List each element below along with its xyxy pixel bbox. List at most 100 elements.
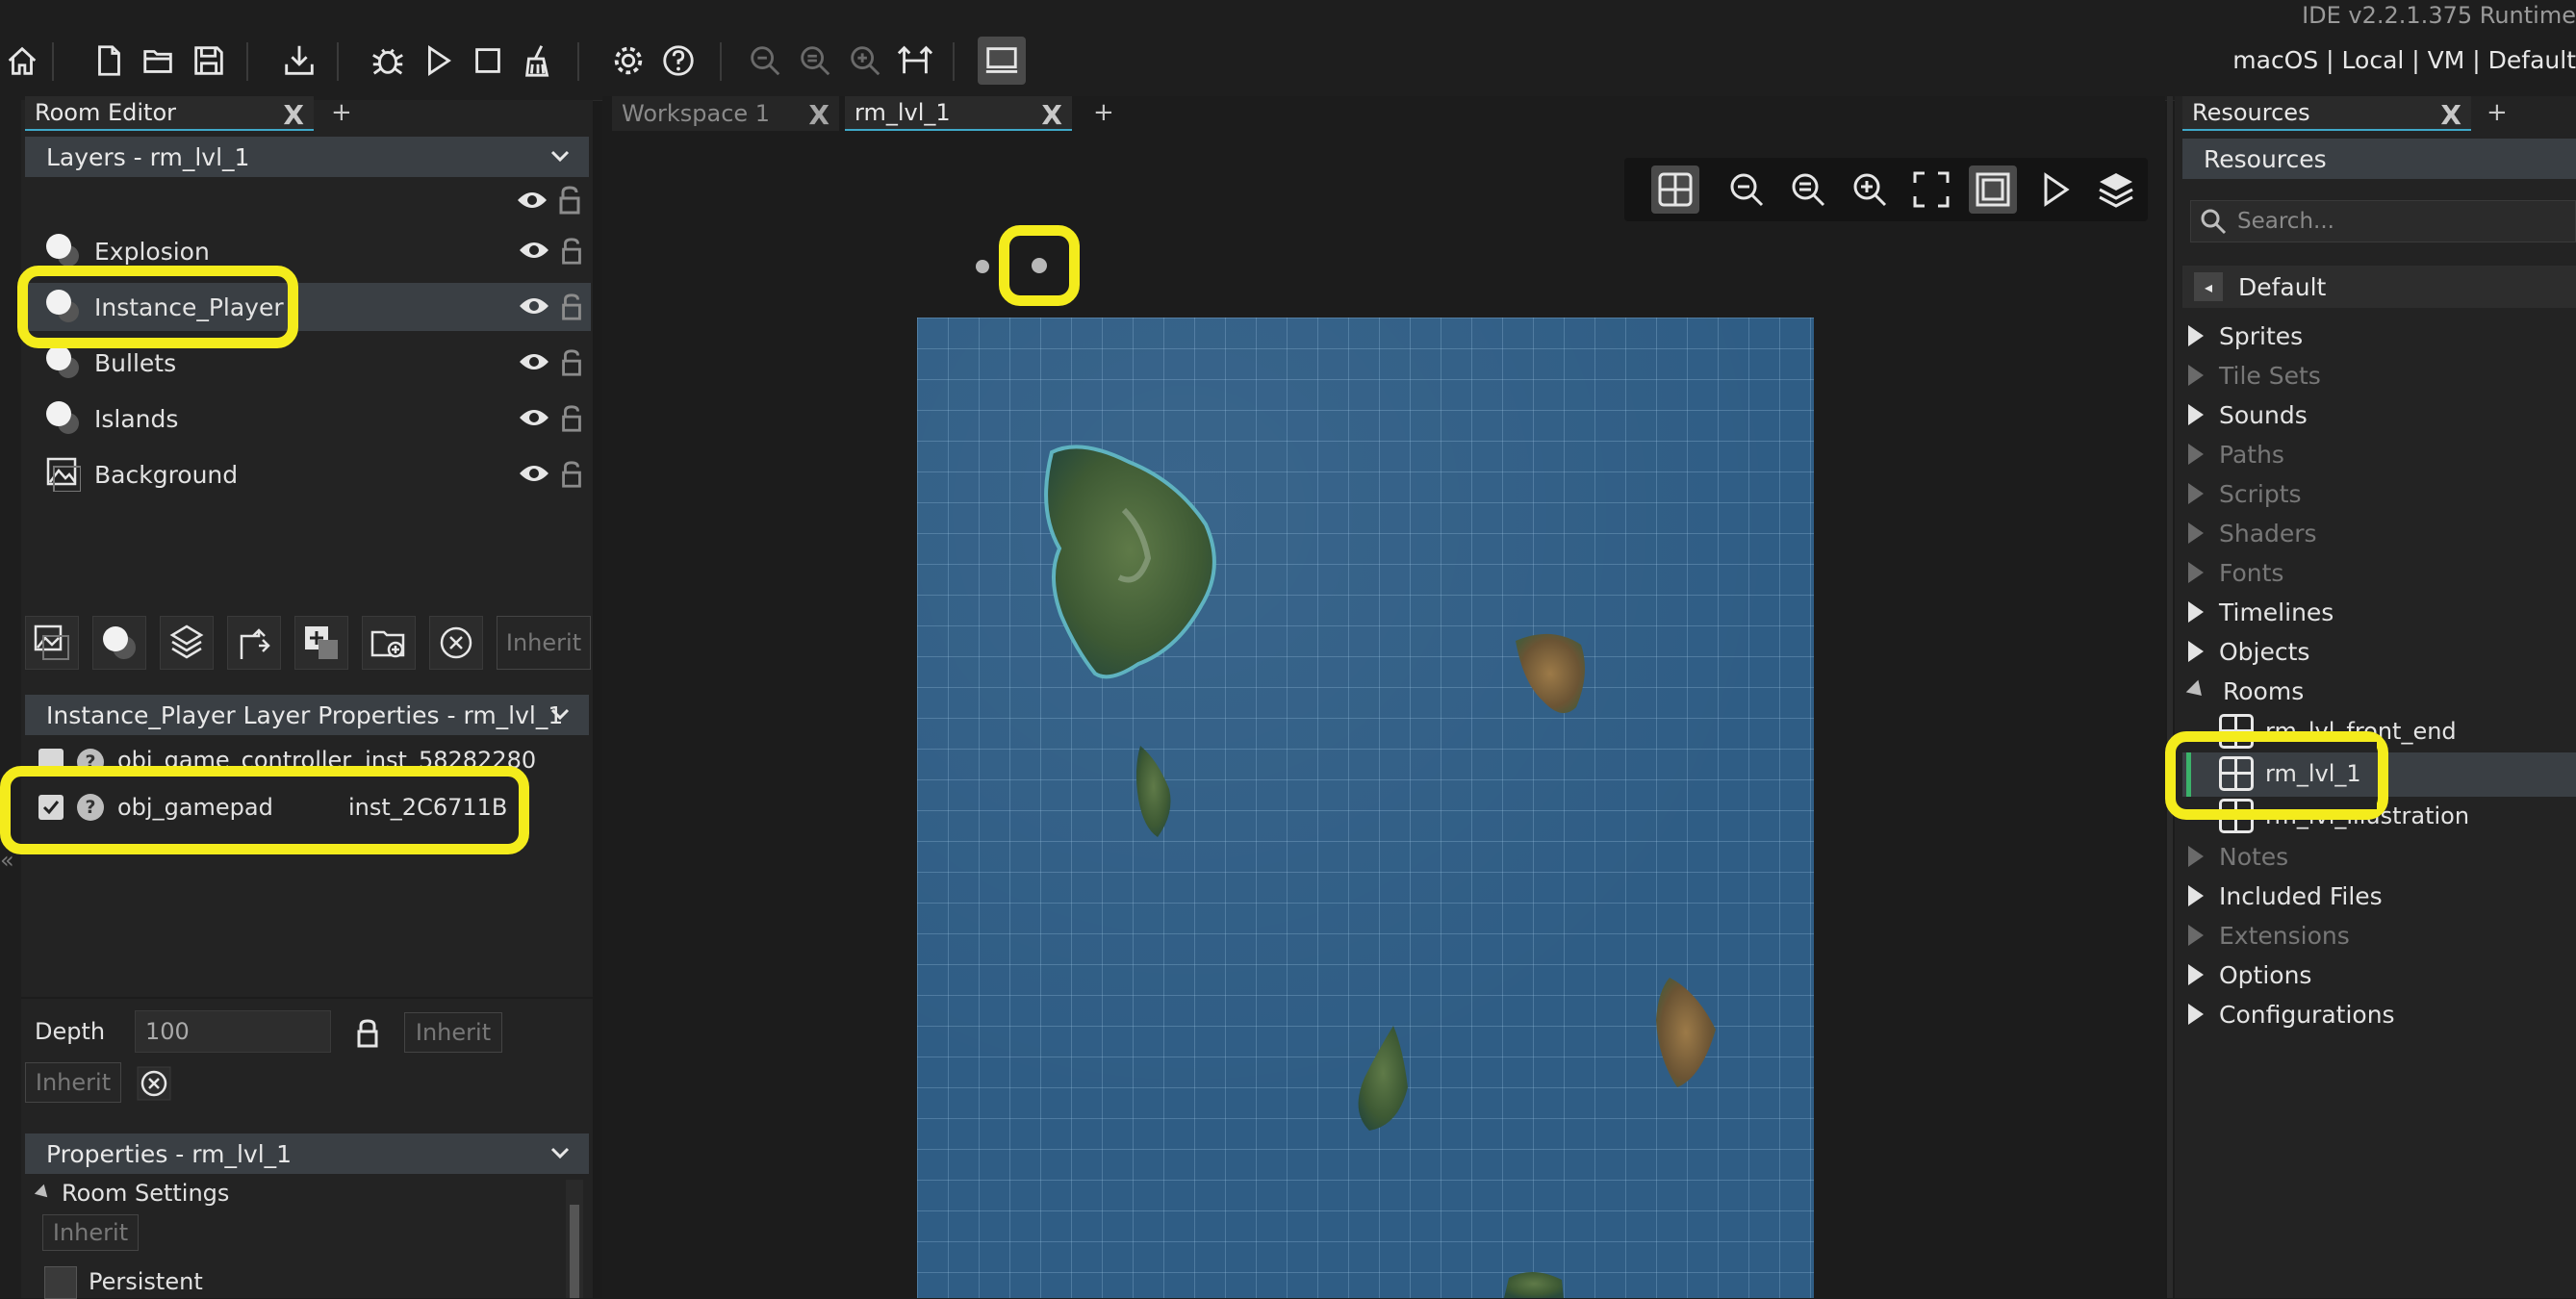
room-settings-group[interactable]: Room Settings: [34, 1180, 229, 1207]
layer-row-islands[interactable]: Islands: [25, 395, 591, 443]
layer-row-background[interactable]: Background: [25, 450, 591, 498]
layer-properties-header[interactable]: Instance_Player Layer Properties - rm_lv…: [25, 695, 589, 735]
tree-item-label: Timelines: [2219, 598, 2334, 626]
lock-icon[interactable]: [560, 460, 583, 489]
tree-item-tile-sets[interactable]: Tile Sets: [2182, 356, 2321, 395]
depth-input[interactable]: 100: [135, 1010, 331, 1053]
tree-item-shaders[interactable]: Shaders: [2182, 514, 2317, 552]
open-folder-icon[interactable]: [137, 38, 181, 83]
layer-name: Background: [94, 460, 239, 489]
add-folder-icon[interactable]: [362, 616, 416, 670]
zoom-in-icon[interactable]: [1846, 166, 1894, 214]
target-selector[interactable]: macOS | Local | VM | Default: [2232, 46, 2576, 74]
tab-room-editor[interactable]: Room Editor X: [25, 96, 314, 131]
add-tab-icon[interactable]: +: [1093, 98, 1114, 127]
create-executable-icon[interactable]: [277, 38, 321, 83]
delete-icon[interactable]: [137, 1066, 171, 1101]
properties-header[interactable]: Properties - rm_lvl_1: [25, 1133, 589, 1174]
fit-view-icon[interactable]: [1907, 166, 1955, 214]
tree-item-objects[interactable]: Objects: [2182, 632, 2309, 671]
lock-icon[interactable]: [558, 185, 581, 216]
tree-item-scripts[interactable]: Scripts: [2182, 474, 2302, 513]
tree-item-timelines[interactable]: Timelines: [2182, 593, 2334, 631]
layers-header[interactable]: Layers - rm_lvl_1: [25, 137, 589, 177]
home-icon[interactable]: [0, 38, 44, 83]
lock-icon[interactable]: [560, 404, 583, 433]
resources-header: Resources: [2182, 139, 2576, 179]
eye-icon[interactable]: [516, 189, 548, 212]
properties-title: Properties - rm_lvl_1: [46, 1139, 293, 1168]
new-file-icon[interactable]: [87, 38, 131, 83]
tree-item-paths[interactable]: Paths: [2182, 435, 2284, 473]
resource-group-default[interactable]: ◂ Default: [2182, 266, 2576, 308]
tree-item-configurations[interactable]: Configurations: [2182, 995, 2395, 1033]
lock-icon[interactable]: [560, 237, 583, 266]
expand-triangle-icon: [2188, 365, 2204, 386]
close-icon[interactable]: X: [2440, 99, 2461, 131]
room-inherit-button[interactable]: Inherit: [42, 1214, 139, 1251]
tree-item-rooms[interactable]: Rooms: [2182, 672, 2304, 710]
settings-icon[interactable]: [606, 38, 650, 83]
eye-icon[interactable]: [518, 294, 550, 318]
layers-view-icon[interactable]: [2092, 166, 2140, 214]
tab-rm-lvl-1[interactable]: rm_lvl_1 X: [845, 96, 1072, 131]
save-icon[interactable]: [187, 38, 231, 83]
zoom-out-icon[interactable]: [743, 38, 787, 83]
tab-resources[interactable]: Resources X: [2182, 96, 2471, 131]
lock-icon[interactable]: [356, 1018, 379, 1049]
grid-toggle-icon[interactable]: [1651, 166, 1699, 214]
room-canvas[interactable]: [917, 318, 1814, 1298]
clean-icon[interactable]: [516, 38, 560, 83]
instance-marker[interactable]: [976, 260, 989, 273]
tree-item-fonts[interactable]: Fonts: [2182, 553, 2283, 592]
add-instance-layer-icon[interactable]: [92, 616, 146, 670]
tree-item-sounds[interactable]: Sounds: [2182, 395, 2308, 434]
add-path-layer-icon[interactable]: [227, 616, 281, 670]
tree-item-sprites[interactable]: Sprites: [2182, 317, 2303, 355]
add-background-layer-icon[interactable]: [25, 616, 79, 670]
eye-icon[interactable]: [518, 239, 550, 262]
properties-scrollbar[interactable]: [566, 1180, 583, 1298]
zoom-reset-icon[interactable]: [1784, 166, 1832, 214]
search-input[interactable]: Search...: [2190, 200, 2576, 242]
zoom-reset-icon[interactable]: [793, 38, 837, 83]
play-room-icon[interactable]: [2030, 166, 2079, 214]
tree-item-extensions[interactable]: Extensions: [2182, 916, 2350, 955]
output-icon[interactable]: [978, 37, 1026, 85]
eye-icon[interactable]: [518, 462, 550, 485]
add-asset-layer-icon[interactable]: [294, 616, 348, 670]
run-icon[interactable]: [416, 38, 460, 83]
tab-workspace-1[interactable]: Workspace 1 X: [612, 96, 839, 131]
debug-icon[interactable]: [366, 38, 410, 83]
inherit-layers-button[interactable]: Inherit: [497, 616, 591, 670]
help-icon[interactable]: [656, 38, 701, 83]
lock-icon[interactable]: [560, 293, 583, 321]
add-tile-layer-icon[interactable]: [160, 616, 214, 670]
highlight-instance-player: [17, 266, 298, 348]
stop-icon[interactable]: [466, 38, 510, 83]
eye-icon[interactable]: [518, 406, 550, 429]
inherit-button[interactable]: Inherit: [25, 1062, 121, 1103]
delete-layer-icon[interactable]: [429, 616, 483, 670]
tab-label: rm_lvl_1: [854, 99, 951, 126]
add-tab-icon[interactable]: +: [331, 98, 352, 127]
persistent-checkbox[interactable]: [44, 1266, 77, 1299]
close-icon[interactable]: X: [1041, 99, 1062, 131]
zoom-out-icon[interactable]: [1722, 166, 1771, 214]
add-tab-icon[interactable]: +: [2487, 98, 2508, 127]
depth-inherit-button[interactable]: Inherit: [404, 1012, 502, 1053]
tree-item-label: Options: [2219, 960, 2312, 989]
room-bounds-icon[interactable]: [1969, 166, 2017, 214]
layout-icon[interactable]: [893, 38, 937, 83]
close-icon[interactable]: X: [283, 99, 304, 131]
tree-item-options[interactable]: Options: [2182, 955, 2311, 994]
panel-splitter[interactable]: [2167, 96, 2173, 1298]
expand-triangle-icon: [2188, 641, 2204, 662]
tree-item-included-files[interactable]: Included Files: [2182, 877, 2383, 915]
close-icon[interactable]: X: [808, 99, 829, 131]
zoom-in-icon[interactable]: [843, 38, 887, 83]
eye-icon[interactable]: [518, 350, 550, 373]
lock-icon[interactable]: [560, 348, 583, 377]
tree-item-label: Configurations: [2219, 1000, 2395, 1029]
tree-item-notes[interactable]: Notes: [2182, 837, 2288, 876]
